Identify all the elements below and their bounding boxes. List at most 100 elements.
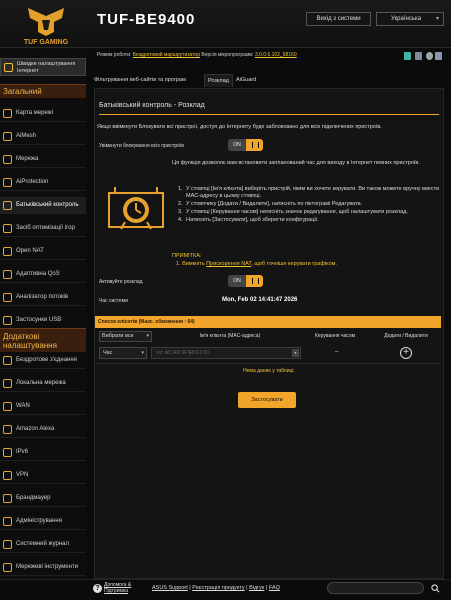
usb-status-icon[interactable] bbox=[415, 52, 422, 60]
no-data-message: Нема даних у таблиці. bbox=[243, 368, 295, 374]
register-product-link[interactable]: Реєстрація продукту bbox=[192, 585, 244, 591]
intro-text: Якщо ввімкнути Блокувати всі пристрої, д… bbox=[97, 124, 382, 130]
time-type-value: Час bbox=[103, 350, 113, 356]
apply-button[interactable]: Застосувати bbox=[238, 392, 296, 408]
client-dropdown-button[interactable]: ▾ bbox=[292, 349, 299, 357]
ipv6-icon bbox=[3, 448, 12, 457]
title-divider bbox=[99, 114, 439, 115]
logout-button[interactable]: Вихід з системи bbox=[306, 12, 371, 26]
tab-web-app-filter[interactable]: Фільтрування веб-сайтів та програм bbox=[94, 74, 186, 87]
tuf-gaming-logo[interactable]: TUF GAMING bbox=[18, 6, 74, 46]
shield-icon bbox=[3, 178, 12, 187]
sidebar-item-general-6[interactable]: Open NAT bbox=[0, 243, 86, 260]
schedule-clock-icon bbox=[108, 187, 164, 230]
schedule-toggle[interactable]: ON bbox=[228, 275, 263, 287]
tab-bar: Фільтрування веб-сайтів та програм Розкл… bbox=[94, 74, 444, 88]
mode-label: Режим роботи: bbox=[97, 52, 132, 58]
step-item: 4. Натисніть [Застосувати], щоб зберегти … bbox=[178, 217, 440, 224]
nat-accel-link[interactable]: Прискорення NAT bbox=[206, 261, 251, 267]
help-support-link[interactable]: Допомога & Підтримка bbox=[104, 582, 146, 594]
search-icon[interactable] bbox=[431, 584, 440, 593]
sidebar-item-advanced-0[interactable]: Бездротове з'єднання bbox=[0, 352, 86, 369]
network-icon bbox=[3, 155, 12, 164]
sidebar-item-general-1[interactable]: AiMesh bbox=[0, 128, 86, 145]
quick-setup-label: Швидке налаштування Інтернет bbox=[17, 61, 76, 74]
wireless-icon bbox=[3, 356, 12, 365]
col-client-name: Ім'я клієнта (MAC-адреса) bbox=[199, 333, 261, 339]
step-text: У стовпці [Керування часом] натисніть зн… bbox=[186, 209, 408, 215]
time-type-select[interactable]: Час ▾ bbox=[99, 347, 147, 359]
language-select[interactable]: Українська ▾ bbox=[376, 12, 444, 26]
sidebar-item-general-4[interactable]: Батьківський контроль bbox=[0, 197, 86, 214]
step-text: У стовпчику [Додати / Видалити], натисні… bbox=[186, 201, 363, 207]
sidebar-item-advanced-5[interactable]: VPN bbox=[0, 467, 86, 484]
wifi-status-icon[interactable] bbox=[404, 52, 411, 60]
globe-icon bbox=[3, 402, 12, 411]
sidebar-item-general-8[interactable]: Аналізатор потоків bbox=[0, 289, 86, 306]
sidebar-item-general-3[interactable]: AiProtection bbox=[0, 174, 86, 191]
chevron-down-icon: ▾ bbox=[146, 333, 149, 339]
time-control-cell: – bbox=[335, 349, 339, 355]
sidebar-item-advanced-7[interactable]: Адміністрування bbox=[0, 513, 86, 530]
notes-prefix: 1. Вимкніть bbox=[176, 261, 207, 267]
sidebar-item-advanced-2[interactable]: WAN bbox=[0, 398, 86, 415]
sidebar-item-label: Amazon Alexa bbox=[16, 426, 55, 432]
qos-icon bbox=[3, 270, 12, 279]
sidebar-item-label: VPN bbox=[16, 472, 29, 478]
notes-heading: ПРИМІТКА: bbox=[172, 253, 202, 259]
block-all-toggle[interactable]: ON bbox=[228, 139, 263, 151]
sidebar-item-label: Адміністрування bbox=[16, 518, 62, 524]
step-item: 3. У стовпці [Керування часом] натисніть … bbox=[178, 209, 440, 216]
chevron-down-icon: ▾ bbox=[435, 16, 439, 22]
sidebar-item-advanced-3[interactable]: Amazon Alexa bbox=[0, 421, 86, 438]
sidebar-item-advanced-6[interactable]: Брандмауер bbox=[0, 490, 86, 507]
client-list-header: Список клієнтів (Макс. обмеження : 64) bbox=[95, 316, 441, 328]
toggle-knob bbox=[246, 275, 263, 287]
sidebar-item-general-0[interactable]: Карта мережі bbox=[0, 105, 86, 122]
advanced-section-header: Додаткові налаштування bbox=[0, 328, 86, 352]
sidebar-item-label: Батьківський контроль bbox=[16, 202, 79, 208]
sidebar-item-label: Open NAT bbox=[16, 248, 44, 254]
asus-support-link[interactable]: ASUS Support bbox=[152, 585, 188, 591]
sidebar-item-advanced-1[interactable]: Локальна мережа bbox=[0, 375, 86, 392]
sidebar-item-label: Системний журнал bbox=[16, 541, 70, 547]
lan-icon bbox=[3, 379, 12, 388]
add-client-button[interactable]: + bbox=[400, 347, 412, 359]
sidebar-item-general-9[interactable]: Застосунки USB bbox=[0, 312, 86, 329]
toggle-on-label: ON bbox=[228, 275, 246, 287]
tab-aiguard[interactable]: AiGuard bbox=[236, 74, 256, 87]
game-boost-icon bbox=[3, 224, 12, 233]
systime-value: Mon, Feb 02 14:41:47 2026 bbox=[222, 297, 298, 303]
general-section-header: Загальний bbox=[0, 84, 86, 98]
share-status-icon[interactable] bbox=[435, 52, 442, 60]
language-value: Українська bbox=[391, 16, 422, 22]
col-time-control: Керування часом bbox=[314, 333, 356, 339]
settings-status-icon[interactable] bbox=[426, 52, 433, 60]
systime-label: Час системи bbox=[99, 298, 129, 304]
faq-link[interactable]: FAQ bbox=[269, 585, 280, 591]
firewall-icon bbox=[3, 494, 12, 503]
firmware-link[interactable]: 3.0.0.6.102_58160 bbox=[255, 52, 297, 58]
tab-schedule[interactable]: Розклад bbox=[204, 74, 233, 87]
sidebar-item-advanced-9[interactable]: Мережеві інструменти bbox=[0, 559, 86, 576]
sidebar-item-general-2[interactable]: Мережа bbox=[0, 151, 86, 168]
select-all-dropdown[interactable]: Вибрати все ▾ bbox=[99, 331, 152, 342]
footer-search-input[interactable] bbox=[327, 582, 424, 594]
mac-address-input[interactable]: ex: AC:AD:9F:E8:61:00 ▾ bbox=[151, 347, 301, 359]
toggle-on-label: ON bbox=[228, 139, 246, 151]
block-all-label: Увімкнути блокування всіх пристроїв bbox=[99, 143, 184, 149]
sidebar-item-advanced-4[interactable]: IPv6 bbox=[0, 444, 86, 461]
sidebar-item-advanced-8[interactable]: Системний журнал bbox=[0, 536, 86, 553]
help-icon[interactable]: ? bbox=[93, 584, 102, 593]
feedback-link[interactable]: Відгук bbox=[249, 585, 264, 591]
sidebar-item-general-7[interactable]: Адаптивна QoS bbox=[0, 266, 86, 283]
sidebar-item-label: AiMesh bbox=[16, 133, 37, 139]
notes-line: 1. Вимкніть Прискорення NAT, щоб точніше… bbox=[176, 261, 337, 267]
quick-setup-button[interactable]: Швидке налаштування Інтернет bbox=[0, 58, 86, 76]
mesh-icon bbox=[3, 132, 12, 141]
sidebar-item-general-5[interactable]: Засіб оптимізації ігор bbox=[0, 220, 86, 237]
mode-link[interactable]: Бездротовий маршрутизатор bbox=[133, 52, 200, 58]
step-item: 1. У стовпці [Ім'я клієнта] виберіть прис… bbox=[178, 186, 440, 200]
usb-icon bbox=[3, 316, 12, 325]
sidebar-item-label: Мережеві інструменти bbox=[16, 564, 79, 570]
